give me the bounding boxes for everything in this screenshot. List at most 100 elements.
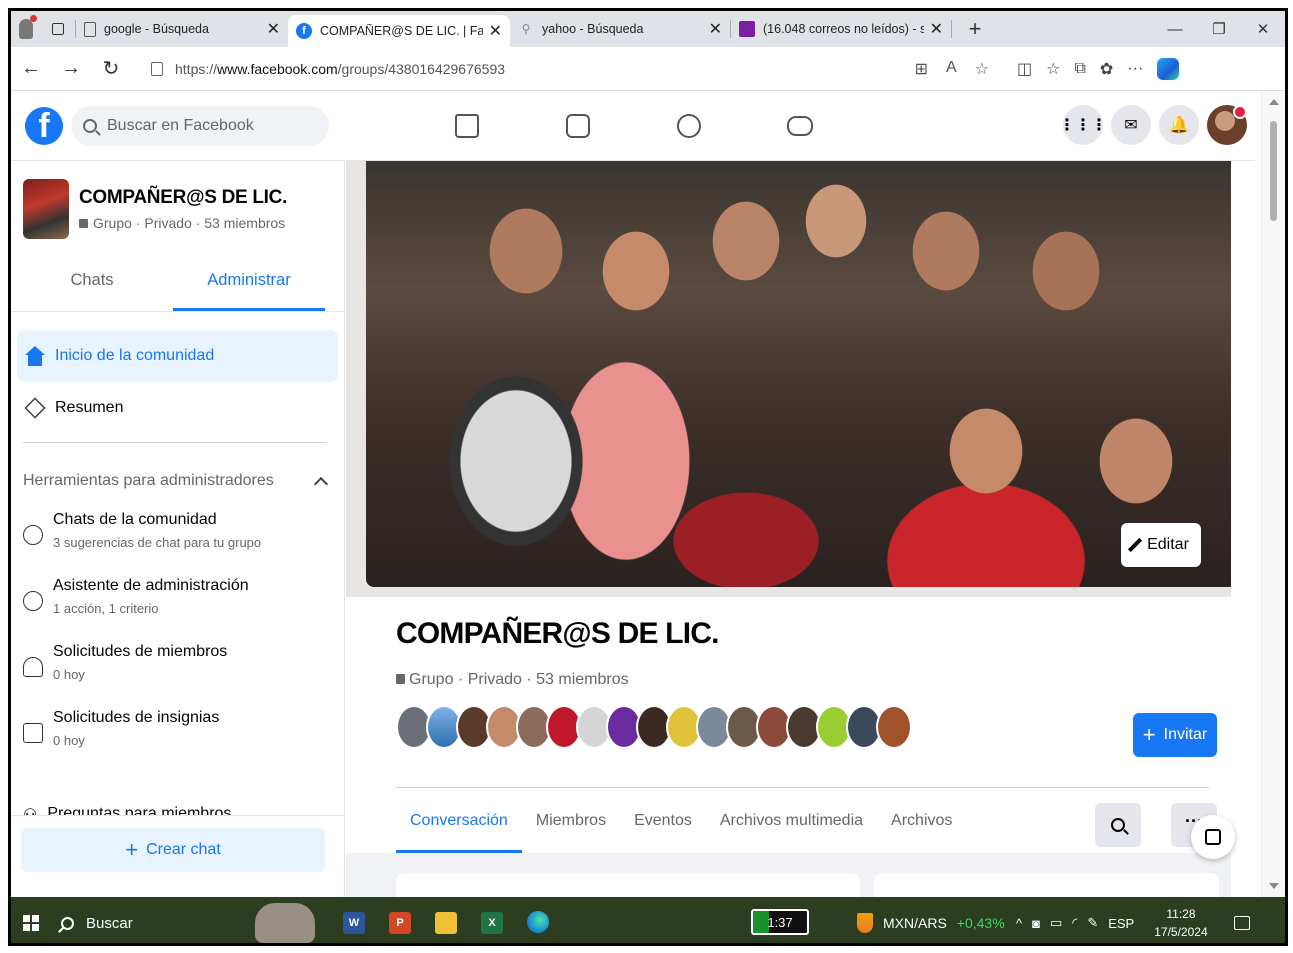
page-scrollbar[interactable] [1261, 91, 1285, 897]
back-icon[interactable]: ← [11, 57, 51, 80]
group-thumbnail[interactable] [23, 179, 69, 239]
collections-icon[interactable]: ⧉ [1074, 60, 1085, 78]
tab-chats[interactable]: Chats [11, 265, 173, 311]
sidebar-item-badge-requests[interactable]: Solicitudes de insignias 0 hoy [11, 709, 344, 775]
stock-icon [857, 913, 873, 933]
tab-events[interactable]: Eventos [620, 789, 706, 853]
close-window-icon[interactable]: ✕ [1241, 20, 1285, 38]
new-tab-button[interactable]: + [960, 16, 990, 42]
app-available-icon[interactable]: ⊞ [915, 59, 928, 79]
member-avatars [396, 705, 912, 749]
gaming-icon[interactable] [744, 91, 855, 161]
copilot-icon[interactable] [1157, 57, 1180, 80]
reload-icon[interactable]: ↻ [91, 56, 131, 81]
scrollbar-thumb[interactable] [1270, 121, 1277, 221]
sidebar-group-name[interactable]: COMPAÑER@S DE LIC. [79, 187, 287, 209]
taskbar-app-word[interactable]: W [331, 897, 377, 943]
mail-icon [739, 21, 755, 37]
avatar[interactable] [876, 705, 912, 749]
messenger-icon[interactable]: ✉ [1111, 105, 1151, 145]
home-icon[interactable] [411, 91, 522, 161]
wifi-icon[interactable]: ◜ [1072, 915, 1077, 931]
close-icon[interactable]: ✕ [489, 21, 502, 41]
minimize-icon[interactable]: — [1153, 21, 1197, 38]
favorite-star-icon[interactable]: ☆ [975, 59, 989, 79]
about-card [874, 873, 1219, 897]
taskbar-app-file-explorer[interactable] [423, 897, 469, 943]
account-avatar[interactable] [1207, 105, 1247, 145]
close-icon[interactable]: ✕ [267, 19, 280, 39]
create-chat-button[interactable]: + Crear chat [21, 828, 325, 872]
browser-tab-google[interactable]: google - Búsqueda ✕ [76, 14, 288, 44]
tab-members[interactable]: Miembros [522, 789, 620, 853]
page-title[interactable]: COMPAÑER@S DE LIC. [396, 617, 719, 651]
taskbar-app-powerpoint[interactable]: P [377, 897, 423, 943]
sidebar-item-member-requests[interactable]: Solicitudes de miembros 0 hoy [11, 643, 344, 709]
menu-grid-icon[interactable]: ⋮⋮⋮ [1059, 105, 1107, 145]
chevron-up-icon[interactable] [313, 476, 329, 492]
favorites-icon[interactable]: ☆ [1046, 59, 1060, 79]
lock-icon[interactable] [151, 61, 163, 76]
chat-icon [23, 525, 43, 545]
browser-tab-facebook[interactable]: f COMPAÑER@S DE LIC. | Faceboo ✕ [288, 15, 510, 47]
tab-actions-icon[interactable] [41, 23, 75, 35]
scroll-up-icon[interactable] [1269, 99, 1279, 105]
taskbar-search[interactable]: Buscar [51, 897, 321, 943]
battery-timer-widget[interactable]: 1:37 [751, 909, 809, 935]
forward-icon[interactable]: → [51, 57, 91, 80]
more-menu-icon[interactable]: ··· [1127, 60, 1143, 78]
admin-sidebar: COMPAÑER@S DE LIC. Grupo · Privado · 53 … [11, 161, 345, 897]
sidebar-item-admin-assistant[interactable]: Asistente de administración 1 acción, 1 c… [11, 577, 344, 643]
group-cover-photo[interactable] [366, 161, 1231, 587]
extensions-icon[interactable]: ✿ [1100, 59, 1113, 79]
taskbar-app-edge[interactable] [515, 897, 561, 943]
search-icon [1111, 818, 1125, 832]
currency-ticker[interactable]: MXN/ARS +0,43% [857, 897, 1005, 943]
browser-tab-mail[interactable]: (16.048 correos no leídos) - silvia ✕ [731, 14, 951, 44]
group-search-button[interactable] [1095, 803, 1141, 847]
new-message-button[interactable] [1191, 815, 1235, 859]
language-indicator[interactable]: ESP [1108, 916, 1134, 931]
groups-icon[interactable] [633, 91, 744, 161]
tab-media[interactable]: Archivos multimedia [706, 789, 877, 853]
edge-icon [527, 910, 549, 933]
close-icon[interactable]: ✕ [930, 19, 943, 39]
close-icon[interactable]: ✕ [709, 19, 722, 39]
split-screen-icon[interactable]: ◫ [1017, 59, 1032, 79]
composer-card[interactable] [396, 873, 860, 897]
system-tray: ^ ◙ ▭ ◜ ✎ ESP 11:28 17/5/2024 [1016, 897, 1250, 943]
facebook-search-input[interactable]: Buscar en Facebook [71, 105, 329, 146]
facebook-logo-icon[interactable]: f [25, 106, 63, 145]
tab-admin[interactable]: Administrar [173, 265, 325, 311]
edit-cover-button[interactable]: Editar [1121, 523, 1201, 567]
badge-icon [23, 723, 43, 743]
sidebar-item-community-home[interactable]: Inicio de la comunidad [17, 330, 338, 382]
battery-icon[interactable]: ▭ [1050, 915, 1062, 931]
facebook-header: f Buscar en Facebook ⋮⋮⋮ ✉ 🔔 [11, 91, 1255, 161]
plus-icon: + [1142, 722, 1156, 747]
sidebar-item-community-chats[interactable]: Chats de la comunidad 3 sugerencias de ch… [11, 511, 344, 577]
pencil-icon [1128, 537, 1143, 553]
profile-icon[interactable] [11, 11, 41, 47]
invite-button[interactable]: + Invitar [1133, 713, 1217, 757]
camera-icon[interactable]: ◙ [1032, 916, 1040, 931]
tab-conversation[interactable]: Conversación [396, 789, 522, 853]
notifications-bell-icon[interactable]: 🔔 [1159, 105, 1199, 145]
admin-tools-section[interactable]: Herramientas para administradores [11, 451, 344, 511]
tab-files[interactable]: Archivos [877, 789, 966, 853]
read-aloud-icon[interactable]: A [946, 59, 957, 79]
scroll-down-icon[interactable] [1269, 883, 1279, 889]
start-button[interactable] [11, 897, 51, 943]
plus-icon: + [125, 837, 139, 862]
address-bar[interactable]: https://www.facebook.com/groups/43801642… [139, 52, 1001, 85]
taskbar-app-excel[interactable]: X [469, 897, 515, 943]
restore-icon[interactable]: ❐ [1197, 20, 1241, 38]
clock[interactable]: 11:28 17/5/2024 [1154, 905, 1207, 941]
marketplace-icon[interactable] [522, 91, 633, 161]
browser-tab-yahoo[interactable]: ⚲ yahoo - Búsqueda ✕ [510, 14, 730, 44]
pen-icon[interactable]: ✎ [1087, 915, 1098, 931]
facebook-main-nav [411, 91, 855, 161]
notifications-icon[interactable] [1233, 916, 1250, 930]
chevron-up-icon[interactable]: ^ [1016, 916, 1022, 931]
sidebar-item-summary[interactable]: Resumen [17, 382, 338, 434]
